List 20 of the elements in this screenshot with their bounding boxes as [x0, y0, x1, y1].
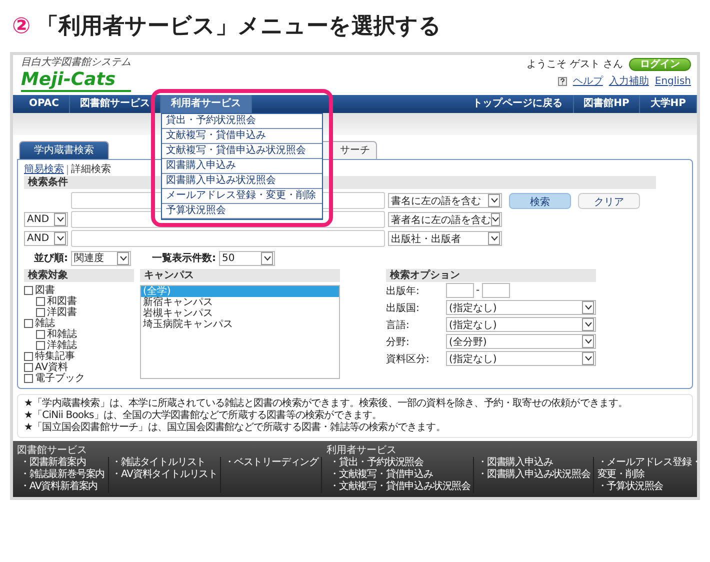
range-separator: - [476, 285, 480, 296]
sort-label: 並び順: [34, 252, 68, 265]
note-text: ★「学内蔵書検索」は、本学に所蔵されている雑誌と図書の検索ができます。検索後、一部の資料を除き、予約・取寄せの依頼ができます。 [24, 398, 629, 410]
option-label: 分野: [386, 336, 410, 348]
step-heading: 「利用者サービス」メニューを選択する [36, 13, 442, 41]
section-header: 検索対象 [24, 269, 134, 282]
welcome-text: ようこそ ゲスト さん [526, 58, 623, 71]
footer-heading: 図書館サービス [17, 444, 88, 456]
section-header: 検索オプション [386, 269, 596, 282]
note-text: ★「CiNii Books」は、全国の大学図書館などで所蔵する図書等の検索ができます。 [24, 410, 383, 422]
option-label: 資料区分: [386, 352, 430, 366]
count-label: 一覧表示件数: [152, 252, 216, 265]
section-header: キャンパス [140, 269, 340, 282]
option-label: 出版国: [386, 302, 420, 314]
note-text: ★「国立国会図書館サーチ」は、国立国会図書館などで所蔵する図書・雑誌等の検索ができます。 [24, 422, 446, 434]
option-label: 出版年: [386, 284, 420, 298]
option-label: 言語: [386, 318, 410, 332]
step-number: ② [12, 14, 31, 38]
footer-heading: 利用者サービス [326, 444, 398, 456]
system-name: 目白大学図書館システム [21, 57, 131, 69]
